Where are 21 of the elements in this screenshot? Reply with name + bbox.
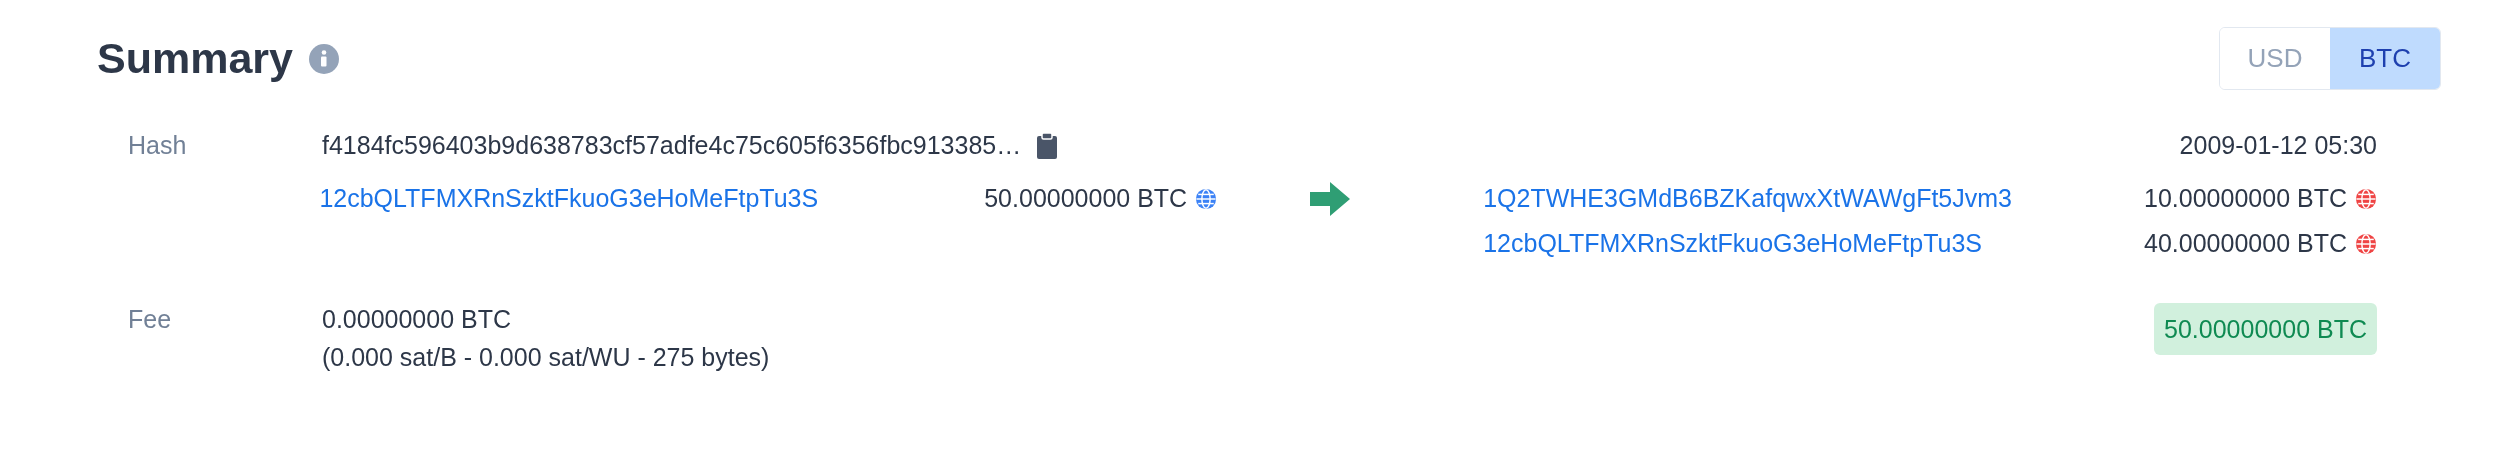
arrow-right-icon [1310,181,1351,216]
clipboard-icon[interactable] [1037,133,1058,159]
amount: 50.00000000 BTC [984,182,1188,214]
globe-icon[interactable] [2355,232,2377,255]
fee-label: Fee [128,304,173,335]
currency-toggle[interactable]: BTC [2330,28,2440,89]
hash-value: f4184fc596403b9d638783cf57adfe4c75c605f6356fbc913385… [322,130,1022,162]
globe-icon[interactable] [2355,187,2377,210]
address-link[interactable]: 1Q2TWHE3GMdB6BZKafqwxXtWAWgFt5Jvm3 [1483,179,2012,218]
timestamp: 2009-01-12 05:30 [2179,130,2377,162]
address-link[interactable]: 12cbQLTFMXRnSzktFkuoG3eHoMeFtpTu3S [1483,224,1982,263]
globe-icon[interactable] [1195,187,1218,210]
amount: 40.00000000 BTC [2144,227,2347,259]
section-title: Summary [97,33,293,85]
info-icon[interactable] [309,43,339,74]
fee-value: 0.00000000 BTC [322,304,513,335]
address-link[interactable]: 12cbQLTFMXRnSzktFkuoG3eHoMeFtpTu3S [319,179,819,218]
hash-label: Hash [128,130,188,162]
fee-detail: (0.000 sat/B - 0.000 sat/WU - 275 bytes) [322,342,770,373]
amount: 10.00000000 BTC [2144,182,2347,214]
total-amount: 50.00000000 BTC [2154,303,2377,355]
